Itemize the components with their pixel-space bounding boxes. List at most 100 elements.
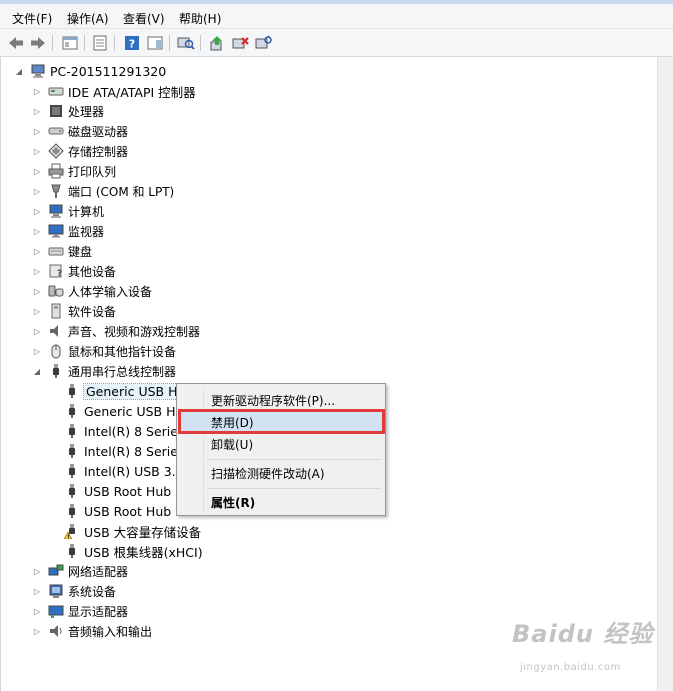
tree-item-label: 磁盘驱动器 bbox=[68, 124, 129, 139]
expand-arrow-icon[interactable]: ▷ bbox=[32, 606, 42, 616]
context-menu: 更新驱动程序软件(P)... 禁用(D) 卸载(U) 扫描检测硬件改动(A) 属… bbox=[176, 383, 386, 516]
properties-icon[interactable] bbox=[90, 33, 110, 53]
expand-arrow-icon[interactable]: ▷ bbox=[32, 246, 42, 256]
tree-item-label: 显示适配器 bbox=[68, 604, 129, 619]
tree-device[interactable]: ! USB 大容量存储设备 bbox=[64, 521, 201, 541]
expand-arrow-icon[interactable]: ▷ bbox=[32, 326, 42, 336]
tree-item-label: 计算机 bbox=[68, 204, 105, 219]
tree-item-label: Intel(R) 8 Series bbox=[84, 443, 185, 459]
expand-arrow-icon[interactable]: ▷ bbox=[32, 106, 42, 116]
context-properties[interactable]: 属性(R) bbox=[179, 491, 383, 513]
computer-icon bbox=[30, 63, 46, 79]
vertical-scrollbar[interactable] bbox=[657, 57, 673, 691]
expand-arrow-icon[interactable]: ▷ bbox=[32, 166, 42, 176]
expand-arrow-icon[interactable]: ▷ bbox=[32, 626, 42, 636]
expand-arrow-icon[interactable]: ▷ bbox=[32, 266, 42, 276]
tree-device[interactable]: Intel(R) USB 3.0 bbox=[64, 461, 184, 481]
tree-device[interactable]: Generic USB Hub bbox=[64, 401, 191, 421]
tree-category[interactable]: ▷ 计算机 bbox=[32, 201, 104, 221]
tree-category[interactable]: ▷ 音频输入和输出 bbox=[32, 621, 152, 641]
tree-item-label: 网络适配器 bbox=[68, 564, 129, 579]
context-update-driver[interactable]: 更新驱动程序软件(P)... bbox=[179, 389, 383, 411]
toolbar-separator bbox=[114, 35, 115, 51]
tree-category[interactable]: ▷ 监视器 bbox=[32, 221, 104, 241]
tree-category[interactable]: ◢ 通用串行总线控制器 bbox=[32, 361, 176, 381]
action-pane-icon[interactable] bbox=[145, 33, 165, 53]
usb-plug-icon bbox=[64, 543, 80, 559]
tree-item-label: 音频输入和输出 bbox=[68, 624, 153, 639]
tree-category[interactable]: ▷? 其他设备 bbox=[32, 261, 116, 281]
expand-arrow-icon[interactable]: ▷ bbox=[32, 206, 42, 216]
tree-category[interactable]: ▷ 键盘 bbox=[32, 241, 92, 261]
menu-help[interactable]: 帮助(H) bbox=[179, 10, 221, 27]
expand-arrow-icon[interactable]: ▷ bbox=[32, 346, 42, 356]
back-icon[interactable] bbox=[6, 33, 26, 53]
usb-warning-icon: ! bbox=[64, 523, 80, 539]
context-separator bbox=[207, 488, 381, 489]
tree-category[interactable]: ▷ 处理器 bbox=[32, 101, 104, 121]
svg-text:?: ? bbox=[57, 269, 62, 279]
context-scan[interactable]: 扫描检测硬件改动(A) bbox=[179, 462, 383, 484]
show-hide-console-tree-icon[interactable] bbox=[60, 33, 80, 53]
tree-category[interactable]: ▷ 声音、视频和游戏控制器 bbox=[32, 321, 200, 341]
toolbar: ? bbox=[0, 29, 673, 57]
tree-device[interactable]: Intel(R) 8 Series bbox=[64, 441, 184, 461]
tree-category[interactable]: ▷ 网络适配器 bbox=[32, 561, 128, 581]
tree-device[interactable]: Intel(R) 8 Series bbox=[64, 421, 184, 441]
expand-arrow-icon[interactable]: ▷ bbox=[32, 146, 42, 156]
tree-item-label: 打印队列 bbox=[68, 164, 117, 179]
tree-category[interactable]: ▷ 端口 (COM 和 LPT) bbox=[32, 181, 174, 201]
tree-item-label: 存储控制器 bbox=[68, 144, 129, 159]
expand-arrow-icon[interactable]: ▷ bbox=[32, 586, 42, 596]
tree-item-label: USB Root Hub bbox=[84, 503, 172, 519]
menu-bar: 文件(F) 操作(A) 查看(V) 帮助(H) bbox=[0, 0, 673, 29]
tree-category[interactable]: ▷ 鼠标和其他指针设备 bbox=[32, 341, 176, 361]
tree-device[interactable]: USB Root Hub bbox=[64, 501, 171, 521]
tree-category[interactable]: ▷ 人体学输入设备 bbox=[32, 281, 152, 301]
mouse-icon bbox=[48, 343, 64, 359]
expand-arrow-icon[interactable]: ▷ bbox=[32, 186, 42, 196]
tree-item-label: 处理器 bbox=[68, 104, 105, 119]
tree-item-label: 鼠标和其他指针设备 bbox=[68, 344, 177, 359]
collapse-arrow-icon[interactable]: ◢ bbox=[14, 66, 24, 76]
expand-arrow-icon[interactable]: ▷ bbox=[32, 86, 42, 96]
watermark-logo: Baidu 经验 bbox=[512, 620, 654, 648]
tree-item-label: USB 大容量存储设备 bbox=[84, 524, 202, 540]
scan-hardware-icon[interactable] bbox=[176, 33, 196, 53]
menu-file[interactable]: 文件(F) bbox=[12, 10, 52, 27]
expand-arrow-icon[interactable]: ▷ bbox=[32, 566, 42, 576]
expand-arrow-icon[interactable]: ▷ bbox=[32, 306, 42, 316]
disable-device-icon[interactable] bbox=[231, 33, 251, 53]
tree-category[interactable]: ▷ 显示适配器 bbox=[32, 601, 128, 621]
tree-root[interactable]: ◢ PC-201511291320 bbox=[14, 61, 166, 81]
sound-icon bbox=[48, 323, 64, 339]
uninstall-device-icon[interactable] bbox=[254, 33, 274, 53]
context-properties-label: 属性(R) bbox=[211, 495, 256, 510]
context-disable[interactable]: 禁用(D) bbox=[179, 411, 383, 433]
forward-icon[interactable] bbox=[28, 33, 48, 53]
computer-icon bbox=[48, 203, 64, 219]
update-driver-icon[interactable] bbox=[207, 33, 227, 53]
tree-device[interactable]: USB Root Hub bbox=[64, 481, 171, 501]
collapse-arrow-icon[interactable]: ◢ bbox=[32, 366, 42, 376]
tree-category[interactable]: ▷ 存储控制器 bbox=[32, 141, 128, 161]
toolbar-separator bbox=[169, 35, 170, 51]
tree-category[interactable]: ▷ 软件设备 bbox=[32, 301, 116, 321]
tree-item-label: Intel(R) USB 3.0 bbox=[84, 463, 184, 479]
tree-category[interactable]: ▷ IDE ATA/ATAPI 控制器 bbox=[32, 81, 196, 101]
tree-category[interactable]: ▷ 打印队列 bbox=[32, 161, 116, 181]
tree-item-label: 通用串行总线控制器 bbox=[68, 364, 177, 379]
tree-device[interactable]: USB 根集线器(xHCI) bbox=[64, 541, 203, 561]
help-icon[interactable]: ? bbox=[122, 33, 142, 53]
tree-category[interactable]: ▷ 磁盘驱动器 bbox=[32, 121, 128, 141]
menu-view[interactable]: 查看(V) bbox=[123, 10, 165, 27]
expand-arrow-icon[interactable]: ▷ bbox=[32, 286, 42, 296]
tree-category[interactable]: ▷ 系统设备 bbox=[32, 581, 116, 601]
expand-arrow-icon[interactable]: ▷ bbox=[32, 226, 42, 236]
context-uninstall-label: 卸载(U) bbox=[211, 437, 254, 452]
hid-icon bbox=[48, 283, 64, 299]
menu-action[interactable]: 操作(A) bbox=[67, 10, 109, 27]
expand-arrow-icon[interactable]: ▷ bbox=[32, 126, 42, 136]
context-uninstall[interactable]: 卸载(U) bbox=[179, 433, 383, 455]
other-devices-icon: ? bbox=[48, 263, 64, 279]
